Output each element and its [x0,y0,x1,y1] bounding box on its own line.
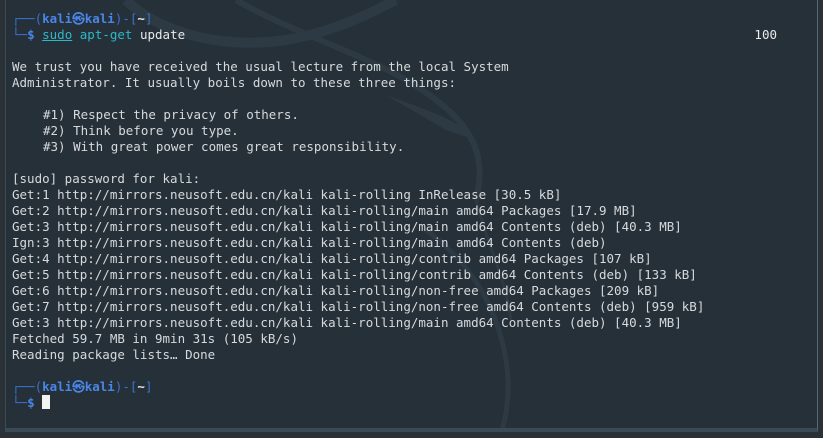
prompt-dir: ~ [137,379,145,394]
output-line: Get:3 http://mirrors.neusoft.edu.cn/kali… [12,219,682,234]
prompt-bracket-right: ] [144,11,153,26]
prompt-dollar: $ [27,27,35,42]
lecture-rule-2: #2) Think before you type. [43,123,239,138]
input-line[interactable]: └─$ [12,395,807,411]
prompt-host: kali [84,11,115,26]
command-arg: update [139,27,186,42]
command-line: └─$ sudo apt-get update100✗ [12,27,807,43]
output-line: Fetched 59.7 MB in 9min 31s (105 kB/s) [12,331,298,346]
output-line: Ign:3 http://mirrors.neusoft.edu.cn/kali… [12,235,607,250]
prompt-corner: └─ [12,395,28,410]
output-line: Get:6 http://mirrors.neusoft.edu.cn/kali… [12,283,660,298]
text-cursor[interactable] [42,395,51,409]
prompt-host: kali [84,379,115,394]
lecture-rule-3: #3) With great power comes great respons… [43,139,405,154]
output-line: Get:7 http://mirrors.neusoft.edu.cn/kali… [12,299,705,314]
command-sudo: sudo [42,27,73,42]
prompt-user: kali [42,11,73,26]
prompt-top-line: ┌──(kali㉿kali)-[~] [12,11,807,27]
prompt-bracket-left: ┌──( [12,11,43,26]
prompt-bracket-mid: )-[ [114,379,138,394]
kali-skull-icon: ㉿ [72,11,85,26]
prompt-bracket-mid: )-[ [114,11,138,26]
prompt-top-line: ┌──(kali㉿kali)-[~] [12,379,807,395]
kali-skull-icon: ㉿ [72,379,85,394]
prompt-bracket-left: ┌──( [12,379,43,394]
terminal-window[interactable]: ┌──(kali㉿kali)-[~] └─$ sudo apt-get upda… [5,0,818,432]
terminal-output[interactable]: ┌──(kali㉿kali)-[~] └─$ sudo apt-get upda… [12,11,807,411]
lecture-line-2: Administrator. It usually boils down to … [12,75,457,90]
error-x-icon: ✗ [817,27,818,43]
output-line: Reading package lists… Done [12,347,216,362]
lecture-rule-1: #1) Respect the privacy of others. [43,107,299,122]
output-line: Get:1 http://mirrors.neusoft.edu.cn/kali… [12,187,562,202]
output-line: Get:5 http://mirrors.neusoft.edu.cn/kali… [12,267,697,282]
exit-status: 100 [754,27,777,42]
prompt-user: kali [42,379,73,394]
command-apt-get: apt-get [79,27,133,42]
prompt-corner: └─ [12,27,28,42]
prompt-bracket-right: ] [144,379,153,394]
lecture-line-1: We trust you have received the usual lec… [12,59,509,74]
password-prompt: [sudo] password for kali: [12,171,201,186]
output-line: Get:4 http://mirrors.neusoft.edu.cn/kali… [12,251,652,266]
prompt-dir: ~ [137,11,145,26]
prompt-dollar: $ [27,395,35,410]
output-line: Get:3 http://mirrors.neusoft.edu.cn/kali… [12,315,682,330]
output-line: Get:2 http://mirrors.neusoft.edu.cn/kali… [12,203,637,218]
